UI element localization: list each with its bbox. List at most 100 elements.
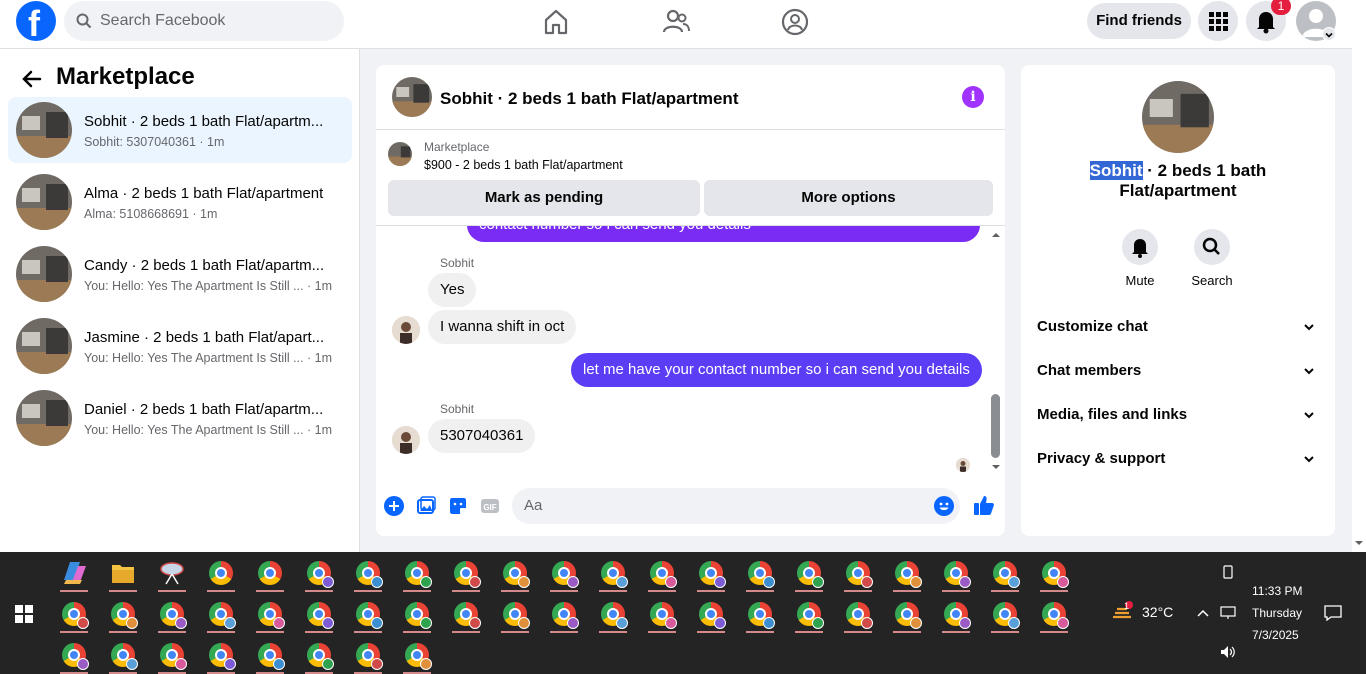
scroll-down-icon[interactable] <box>1352 538 1366 548</box>
find-friends-button[interactable]: Find friends <box>1087 3 1191 39</box>
chrome-icon[interactable] <box>348 554 388 592</box>
device-icon[interactable] <box>1221 565 1235 579</box>
chrome-icon[interactable] <box>446 554 486 592</box>
chrome-icon[interactable] <box>348 595 388 633</box>
weather-icon[interactable] <box>1110 601 1134 625</box>
back-arrow-icon[interactable] <box>20 67 44 91</box>
chrome-icon[interactable] <box>397 636 437 674</box>
chrome-icon[interactable] <box>985 554 1025 592</box>
chrome-icon[interactable] <box>936 595 976 633</box>
snipping-tool-icon[interactable] <box>152 554 192 592</box>
search-action[interactable]: Search <box>1182 229 1242 288</box>
chrome-icon[interactable] <box>691 554 731 592</box>
listing-thumbnail-small[interactable] <box>388 142 412 166</box>
windows-start-icon[interactable] <box>15 605 33 623</box>
clock-time[interactable]: 11:33 PM <box>1252 584 1302 598</box>
chrome-icon[interactable] <box>446 595 486 633</box>
chrome-icon[interactable] <box>789 595 829 633</box>
action-center-icon[interactable] <box>1324 605 1342 621</box>
file-explorer-icon[interactable] <box>103 554 143 592</box>
menu-button[interactable] <box>1198 1 1238 41</box>
chrome-icon[interactable] <box>593 554 633 592</box>
sender-avatar[interactable] <box>392 426 420 454</box>
mark-as-pending-button[interactable]: Mark as pending <box>388 180 700 216</box>
chrome-icon[interactable] <box>250 636 290 674</box>
conversation-item[interactable]: Alma · 2 beds 1 bath Flat/apartment Alma… <box>8 169 352 235</box>
scroll-up-icon[interactable] <box>989 230 1003 240</box>
message-input[interactable]: Aa <box>512 488 960 524</box>
scroll-thumb[interactable] <box>991 394 1000 458</box>
chrome-icon[interactable] <box>495 595 535 633</box>
chrome-icon[interactable] <box>103 595 143 633</box>
chrome-icon[interactable] <box>740 595 780 633</box>
chrome-icon[interactable] <box>397 554 437 592</box>
conversation-item[interactable]: Candy · 2 beds 1 bath Flat/apartm... You… <box>8 241 352 307</box>
media-files-links-row[interactable]: Media, files and links <box>1037 401 1319 429</box>
chat-members-row[interactable]: Chat members <box>1037 357 1319 385</box>
home-icon[interactable] <box>541 7 571 37</box>
chrome-icon[interactable] <box>103 636 143 674</box>
chrome-icon[interactable] <box>789 554 829 592</box>
chrome-icon[interactable] <box>54 595 94 633</box>
mute-action[interactable]: Mute <box>1110 229 1170 288</box>
page-scrollbar[interactable] <box>1352 0 1366 552</box>
photo-icon[interactable] <box>416 496 436 516</box>
chrome-icon[interactable] <box>838 595 878 633</box>
emoji-icon[interactable] <box>934 496 954 516</box>
account-chevron-icon[interactable] <box>1322 27 1336 41</box>
clock-date[interactable]: 7/3/2025 <box>1252 628 1299 642</box>
more-options-button[interactable]: More options <box>704 180 993 216</box>
chrome-icon[interactable] <box>495 554 535 592</box>
conversation-item[interactable]: Sobhit · 2 beds 1 bath Flat/apartm... So… <box>8 97 352 163</box>
gif-icon[interactable]: GIF <box>480 496 500 516</box>
listing-price-title[interactable]: $900 - 2 beds 1 bath Flat/apartment <box>424 158 623 172</box>
chrome-icon[interactable] <box>936 554 976 592</box>
chrome-icon[interactable] <box>397 595 437 633</box>
chevron-up-icon[interactable] <box>1196 608 1210 618</box>
chrome-icon[interactable] <box>250 595 290 633</box>
chat-title[interactable]: Sobhit · 2 beds 1 bath Flat/apartment <box>440 89 738 109</box>
chrome-icon[interactable] <box>740 554 780 592</box>
info-icon[interactable]: i <box>962 86 984 108</box>
sticker-icon[interactable] <box>448 496 468 516</box>
groups-icon[interactable] <box>780 7 810 37</box>
chrome-icon[interactable] <box>642 554 682 592</box>
chrome-icon[interactable] <box>985 595 1025 633</box>
chrome-icon[interactable] <box>887 595 927 633</box>
chrome-icon[interactable] <box>1034 595 1074 633</box>
conversation-item[interactable]: Jasmine · 2 beds 1 bath Flat/apart... Yo… <box>8 313 352 379</box>
facebook-logo-icon[interactable]: f <box>16 1 56 44</box>
privacy-support-row[interactable]: Privacy & support <box>1037 445 1319 473</box>
friends-icon[interactable] <box>661 7 691 37</box>
chrome-icon[interactable] <box>544 554 584 592</box>
chrome-icon[interactable] <box>544 595 584 633</box>
chrome-icon[interactable] <box>152 595 192 633</box>
chrome-icon[interactable] <box>201 595 241 633</box>
chrome-icon[interactable] <box>299 595 339 633</box>
chrome-icon[interactable] <box>348 636 388 674</box>
chrome-icon[interactable] <box>54 636 94 674</box>
scroll-down-icon[interactable] <box>989 462 1003 472</box>
message-scrollbar[interactable] <box>989 226 1003 476</box>
clock-day[interactable]: Thursday <box>1252 606 1302 620</box>
copilot-icon[interactable] <box>54 554 94 592</box>
thumbs-up-icon[interactable] <box>973 494 995 516</box>
chrome-icon[interactable] <box>593 595 633 633</box>
chrome-icon[interactable] <box>691 595 731 633</box>
chrome-icon[interactable] <box>299 554 339 592</box>
chrome-icon[interactable] <box>201 554 241 592</box>
sender-avatar[interactable] <box>392 316 420 344</box>
network-icon[interactable] <box>1220 606 1236 620</box>
chrome-icon[interactable] <box>887 554 927 592</box>
chat-info-thumbnail[interactable] <box>1142 81 1214 153</box>
temperature-text[interactable]: 32°C <box>1142 604 1173 620</box>
chrome-icon[interactable] <box>250 554 290 592</box>
volume-icon[interactable] <box>1220 645 1236 659</box>
chrome-icon[interactable] <box>201 636 241 674</box>
plus-icon[interactable] <box>384 496 404 516</box>
chrome-icon[interactable] <box>838 554 878 592</box>
chat-listing-thumbnail[interactable] <box>392 77 432 117</box>
chrome-icon[interactable] <box>642 595 682 633</box>
conversation-item[interactable]: Daniel · 2 beds 1 bath Flat/apartm... Yo… <box>8 385 352 451</box>
search-input[interactable]: Search Facebook <box>64 1 344 41</box>
